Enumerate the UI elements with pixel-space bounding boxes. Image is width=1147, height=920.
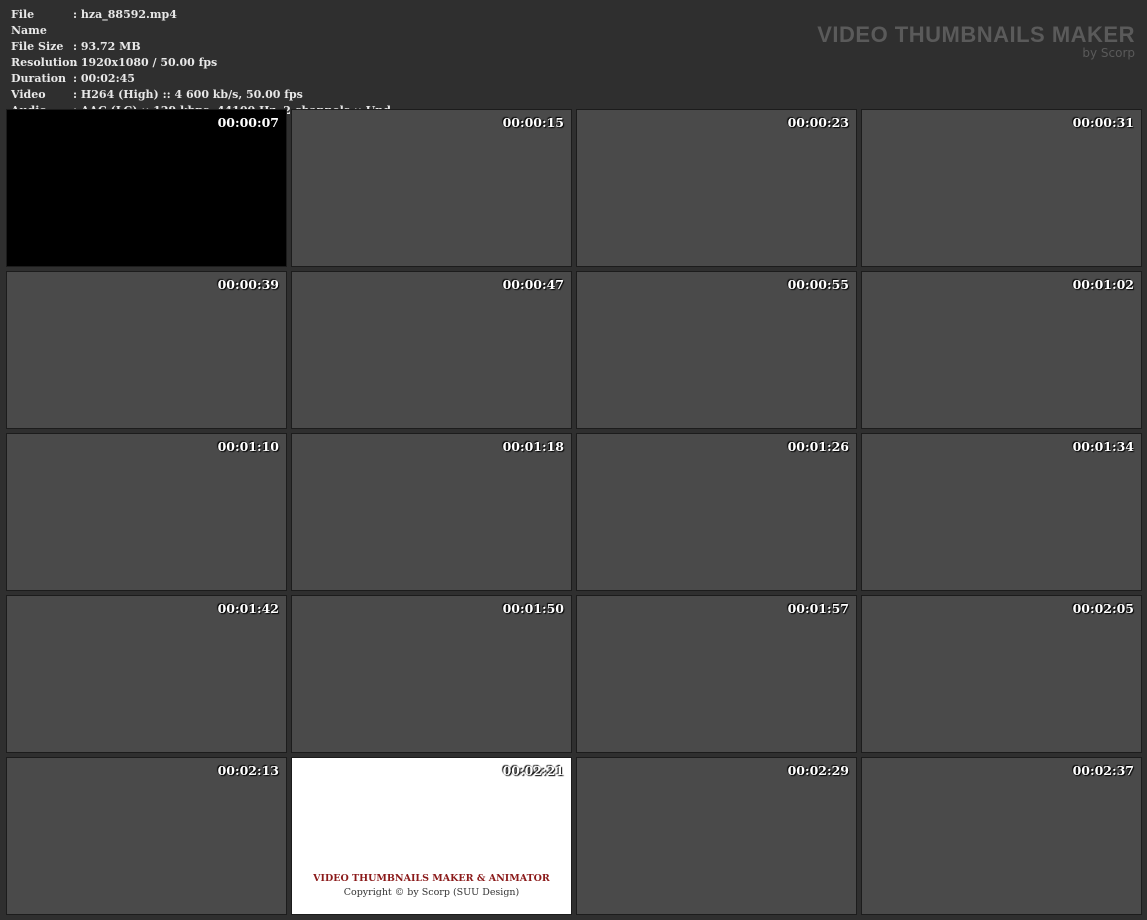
- info-value: : 00:02:45: [73, 72, 135, 85]
- file-info: File Name : hza_88592.mp4 File Size : 93.72…: [11, 7, 391, 119]
- brand-title: VIDEO THUMBNAILS MAKER: [817, 22, 1135, 47]
- thumbnail: 00:00:07: [6, 109, 287, 267]
- info-value: : 1920x1080 / 50.00 fps: [73, 56, 218, 69]
- thumbnail: 00:00:23: [576, 109, 857, 267]
- thumbnail-timestamp: 00:00:31: [1072, 115, 1134, 130]
- thumbnail: 00:00:39: [6, 271, 287, 429]
- thumbnail-timestamp: 00:01:02: [1072, 277, 1134, 292]
- thumbnail-timestamp: 00:00:15: [502, 115, 564, 130]
- thumbnail: 00:00:15: [291, 109, 572, 267]
- brand-logo: VIDEO THUMBNAILS MAKER by Scorp: [817, 22, 1135, 60]
- thumbnail: 00:01:50: [291, 595, 572, 753]
- credit-title: VIDEO THUMBNAILS MAKER & ANIMATOR: [313, 873, 550, 884]
- thumbnail: 00:01:26: [576, 433, 857, 591]
- thumbnail: 00:01:02: [861, 271, 1142, 429]
- thumbnail-timestamp: 00:01:50: [502, 601, 564, 616]
- info-value: : hza_88592.mp4: [73, 8, 177, 21]
- thumbnail-timestamp: 00:02:37: [1072, 763, 1134, 778]
- thumbnail: 00:00:55: [576, 271, 857, 429]
- info-label: File Name: [11, 8, 47, 37]
- info-value: : H264 (High) :: 4 600 kb/s, 50.00 fps: [73, 88, 303, 101]
- thumbnail: 00:02:37: [861, 757, 1142, 915]
- thumbnail-timestamp: 00:00:55: [787, 277, 849, 292]
- thumbnail: 00:02:21 VIDEO THUMBNAILS MAKER & ANIMATO…: [291, 757, 572, 915]
- thumbnail-timestamp: 00:02:13: [217, 763, 279, 778]
- credit-block: VIDEO THUMBNAILS MAKER & ANIMATOR Copyrig…: [292, 873, 571, 898]
- thumbnail: 00:02:29: [576, 757, 857, 915]
- thumbnail-timestamp: 00:01:34: [1072, 439, 1134, 454]
- thumbnail-timestamp: 00:00:07: [217, 115, 279, 130]
- thumbnail: 00:00:31: [861, 109, 1142, 267]
- info-row: File Name : hza_88592.mp4: [11, 7, 391, 39]
- info-row: Resolution: 1920x1080 / 50.00 fps: [11, 55, 391, 71]
- thumbnail-timestamp: 00:01:18: [502, 439, 564, 454]
- info-label: Duration: [11, 72, 67, 85]
- info-value: : 93.72 MB: [73, 40, 141, 53]
- brand-byline: by Scorp: [1082, 46, 1135, 60]
- thumbnail-timestamp: 00:02:21: [502, 763, 564, 778]
- thumbnail-timestamp: 00:00:39: [217, 277, 279, 292]
- info-row: File Size : 93.72 MB: [11, 39, 391, 55]
- thumbnail: 00:01:42: [6, 595, 287, 753]
- thumbnail-timestamp: 00:02:29: [787, 763, 849, 778]
- info-row: Duration : 00:02:45: [11, 71, 391, 87]
- thumbnail: 00:00:47: [291, 271, 572, 429]
- thumbnail-timestamp: 00:00:47: [502, 277, 564, 292]
- thumbnail-timestamp: 00:01:57: [787, 601, 849, 616]
- thumbnail: 00:02:13: [6, 757, 287, 915]
- thumbnail-timestamp: 00:00:23: [787, 115, 849, 130]
- thumbnail: 00:01:18: [291, 433, 572, 591]
- thumbnail-grid: 00:00:07 00:00:15 00:00:23 00:00:31 00:00:39…: [6, 109, 1142, 915]
- thumbnail-timestamp: 00:02:05: [1072, 601, 1134, 616]
- thumbnail: 00:01:34: [861, 433, 1142, 591]
- info-label: Video: [11, 88, 46, 101]
- info-row: Video : H264 (High) :: 4 600 kb/s, 50.00 …: [11, 87, 391, 103]
- thumbnail-timestamp: 00:01:10: [217, 439, 279, 454]
- thumbnail: 00:01:57: [576, 595, 857, 753]
- thumbnail: 00:01:10: [6, 433, 287, 591]
- thumbnail-timestamp: 00:01:42: [217, 601, 279, 616]
- credit-copyright: Copyright © by Scorp (SUU Design): [343, 887, 520, 898]
- thumbnail: 00:02:05: [861, 595, 1142, 753]
- info-label: Resolution: [11, 56, 78, 69]
- info-label: File Size: [11, 40, 64, 53]
- thumbnail-timestamp: 00:01:26: [787, 439, 849, 454]
